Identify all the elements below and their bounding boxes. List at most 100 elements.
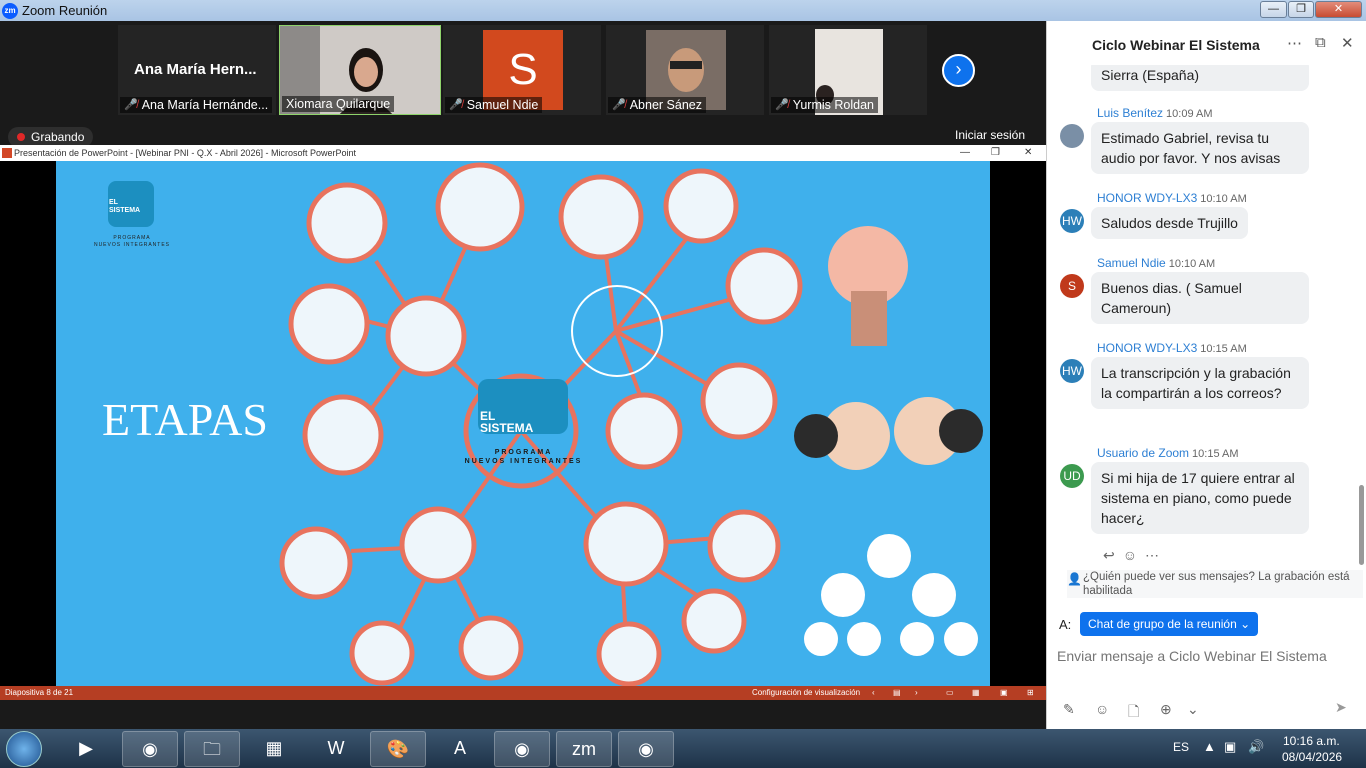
chat-message-bubble: Saludos desde Trujillo bbox=[1091, 207, 1248, 239]
logo-small-sub2: NUEVOS INTEGRANTES bbox=[93, 242, 171, 248]
next-page-chevron-icon[interactable]: › bbox=[942, 54, 975, 87]
menu-icon[interactable]: ▤ bbox=[893, 686, 901, 700]
chat-message-bubble: Si mi hija de 17 quiere entrar al sistem… bbox=[1091, 462, 1309, 534]
emoji-icon[interactable]: ☺ bbox=[1095, 701, 1109, 717]
chat-message-header: Usuario de Zoom 10:15 AM bbox=[1097, 446, 1239, 460]
chat-sender: Samuel Ndie bbox=[1097, 256, 1166, 270]
meeting-controls-area bbox=[0, 700, 1046, 729]
chat-sender: HONOR WDY-LX3 bbox=[1097, 191, 1198, 205]
language-indicator[interactable]: ES bbox=[1173, 740, 1189, 754]
tray-expand-icon[interactable]: ▲ bbox=[1203, 739, 1216, 754]
slide-heading: ETAPAS bbox=[102, 394, 268, 445]
participant-tile[interactable]: Ana María Hern... 🎤̸ Ana María Hernánde.… bbox=[118, 25, 276, 115]
participant-tile[interactable]: S 🎤̸ Samuel Ndie bbox=[443, 25, 601, 115]
normal-view-icon[interactable]: ▭ bbox=[946, 686, 954, 700]
chrome-icon[interactable]: ◉ bbox=[618, 731, 674, 767]
calculator-icon[interactable]: ▦ bbox=[246, 731, 302, 767]
mic-muted-icon: 🎤̸ bbox=[449, 99, 463, 111]
file-icon[interactable]: 🗋 bbox=[1128, 701, 1139, 725]
start-button[interactable] bbox=[6, 731, 42, 767]
minimize-button[interactable]: — bbox=[1260, 1, 1287, 18]
chat-message-bubble: Sierra (España) bbox=[1091, 65, 1309, 91]
participant-name: Yurmis Roldan bbox=[792, 98, 874, 112]
window-title: Zoom Reunión bbox=[22, 3, 108, 18]
sorter-view-icon[interactable]: ▦ bbox=[972, 686, 980, 700]
close-chat-icon[interactable]: ✕ bbox=[1341, 34, 1354, 52]
word-icon[interactable]: W bbox=[308, 731, 364, 767]
chat-sender: HONOR WDY-LX3 bbox=[1097, 341, 1198, 355]
windows-taskbar: ▶ ◉ 🗀 ▦ W 🎨 A ◉ zm ◉ ES ▲ ▣ 🔊 10:16 a.m.… bbox=[0, 729, 1366, 768]
user-avatar bbox=[1060, 124, 1084, 148]
participant-name: Abner Sánez bbox=[629, 98, 702, 112]
participant-tile[interactable]: 🎤̸ Abner Sánez bbox=[606, 25, 764, 115]
sign-in-button[interactable]: Iniciar sesión bbox=[955, 128, 1025, 142]
participant-name-plate: Xiomara Quilarque bbox=[282, 96, 395, 112]
visibility-note-text: ¿Quién puede ver sus mensajes? La grabac… bbox=[1083, 571, 1350, 597]
prev-slide-icon[interactable]: ‹ bbox=[872, 686, 875, 700]
recipient-dropdown[interactable]: Chat de grupo de la reunión ⌄ bbox=[1080, 612, 1259, 636]
recipient-label: A: bbox=[1059, 617, 1072, 632]
pop-out-icon[interactable]: ⧉ bbox=[1315, 34, 1326, 51]
people-icon: 👤 bbox=[1067, 572, 1082, 586]
recording-dot-icon bbox=[17, 133, 25, 141]
chat-message-header: Samuel Ndie 10:10 AM bbox=[1097, 256, 1215, 270]
volume-icon[interactable]: 🔊 bbox=[1248, 739, 1264, 755]
logo-center-sub2: NUEVOS INTEGRANTES bbox=[464, 458, 583, 465]
participant-tile[interactable]: 🎤̸ Yurmis Roldan bbox=[769, 25, 927, 115]
chat-sender: Usuario de Zoom bbox=[1097, 446, 1190, 460]
chat-scrollbar[interactable] bbox=[1358, 65, 1365, 568]
chat-time: 10:15 AM bbox=[1200, 343, 1247, 355]
chat-title: Ciclo Webinar El Sistema bbox=[1092, 37, 1260, 53]
chat-message-input[interactable] bbox=[1057, 641, 1357, 671]
visibility-note[interactable]: 👤 ¿Quién puede ver sus mensajes? La grab… bbox=[1067, 570, 1363, 598]
ppt-maximize-icon[interactable]: ❐ bbox=[991, 145, 1000, 161]
ppt-close-icon[interactable]: ✕ bbox=[1024, 145, 1032, 161]
chevron-down-icon[interactable]: ⌄ bbox=[1187, 701, 1199, 718]
paint-icon[interactable]: 🎨 bbox=[370, 731, 426, 767]
chat-time: 10:15 AM bbox=[1192, 448, 1239, 460]
more-icon[interactable]: ⋯ bbox=[1145, 547, 1167, 563]
scrollbar-thumb[interactable] bbox=[1359, 485, 1364, 565]
view-settings-button[interactable]: Configuración de visualización bbox=[752, 686, 860, 700]
chevron-down-icon: ⌄ bbox=[1240, 617, 1251, 631]
recording-label: Grabando bbox=[31, 130, 85, 144]
reply-icon[interactable]: ↩ bbox=[1103, 547, 1123, 563]
slideshow-view-icon[interactable]: ⊞ bbox=[1027, 686, 1034, 700]
chat-time: 10:10 AM bbox=[1200, 193, 1247, 205]
zoom-icon[interactable]: zm bbox=[556, 731, 612, 767]
participant-big-name: Ana María Hern... bbox=[134, 61, 257, 78]
recording-indicator[interactable]: Grabando bbox=[8, 127, 94, 147]
participant-tile-active[interactable]: Xiomara Quilarque bbox=[279, 25, 441, 115]
video-strip: Ana María Hern... 🎤̸ Ana María Hernánde.… bbox=[0, 21, 1046, 147]
window-titlebar: zm Zoom Reunión — ❐ ✕ bbox=[0, 0, 1366, 21]
clock-time[interactable]: 10:16 a.m. bbox=[1283, 734, 1340, 748]
file-explorer-icon[interactable]: 🗀 bbox=[184, 731, 240, 767]
chat-panel: Ciclo Webinar El Sistema ⋯ ⧉ ✕ Sierra (E… bbox=[1046, 21, 1366, 729]
format-text-icon[interactable]: ✎ bbox=[1063, 701, 1075, 718]
presentation-slide: EL SISTEMA PROGRAMA NUEVOS INTEGRANTES E… bbox=[56, 161, 990, 686]
participant-name-plate: 🎤̸ Abner Sánez bbox=[608, 97, 706, 113]
send-icon[interactable]: ➤ bbox=[1335, 699, 1347, 716]
network-icon[interactable]: ▣ bbox=[1224, 739, 1236, 755]
ppt-minimize-icon[interactable]: — bbox=[960, 145, 970, 161]
next-slide-icon[interactable]: › bbox=[915, 686, 918, 700]
chat-time: 10:09 AM bbox=[1166, 108, 1213, 120]
chat-message-header: HONOR WDY-LX3 10:10 AM bbox=[1097, 191, 1247, 205]
logo-center-sub1: PROGRAMA bbox=[494, 449, 553, 456]
screenshot-icon[interactable]: ⊕ bbox=[1160, 701, 1172, 718]
more-options-icon[interactable]: ⋯ bbox=[1287, 34, 1302, 52]
clock-date[interactable]: 08/04/2026 bbox=[1282, 750, 1342, 764]
chat-message-list[interactable]: Sierra (España) Luis Benítez 10:09 AM Est… bbox=[1047, 65, 1357, 568]
emoji-reaction-icon[interactable]: ☺ bbox=[1123, 547, 1145, 563]
chrome-icon[interactable]: ◉ bbox=[494, 731, 550, 767]
reading-view-icon[interactable]: ▣ bbox=[1000, 686, 1008, 700]
close-button[interactable]: ✕ bbox=[1315, 1, 1362, 18]
maximize-button[interactable]: ❐ bbox=[1288, 1, 1314, 18]
chrome-icon[interactable]: ◉ bbox=[122, 731, 178, 767]
user-avatar: HW bbox=[1060, 209, 1084, 233]
acrobat-icon[interactable]: A bbox=[432, 731, 488, 767]
chat-message-header: HONOR WDY-LX3 10:15 AM bbox=[1097, 341, 1247, 355]
media-player-icon[interactable]: ▶ bbox=[58, 731, 114, 767]
participant-name-plate: 🎤̸ Ana María Hernánde... bbox=[120, 97, 273, 113]
mic-muted-icon: 🎤̸ bbox=[775, 99, 789, 111]
